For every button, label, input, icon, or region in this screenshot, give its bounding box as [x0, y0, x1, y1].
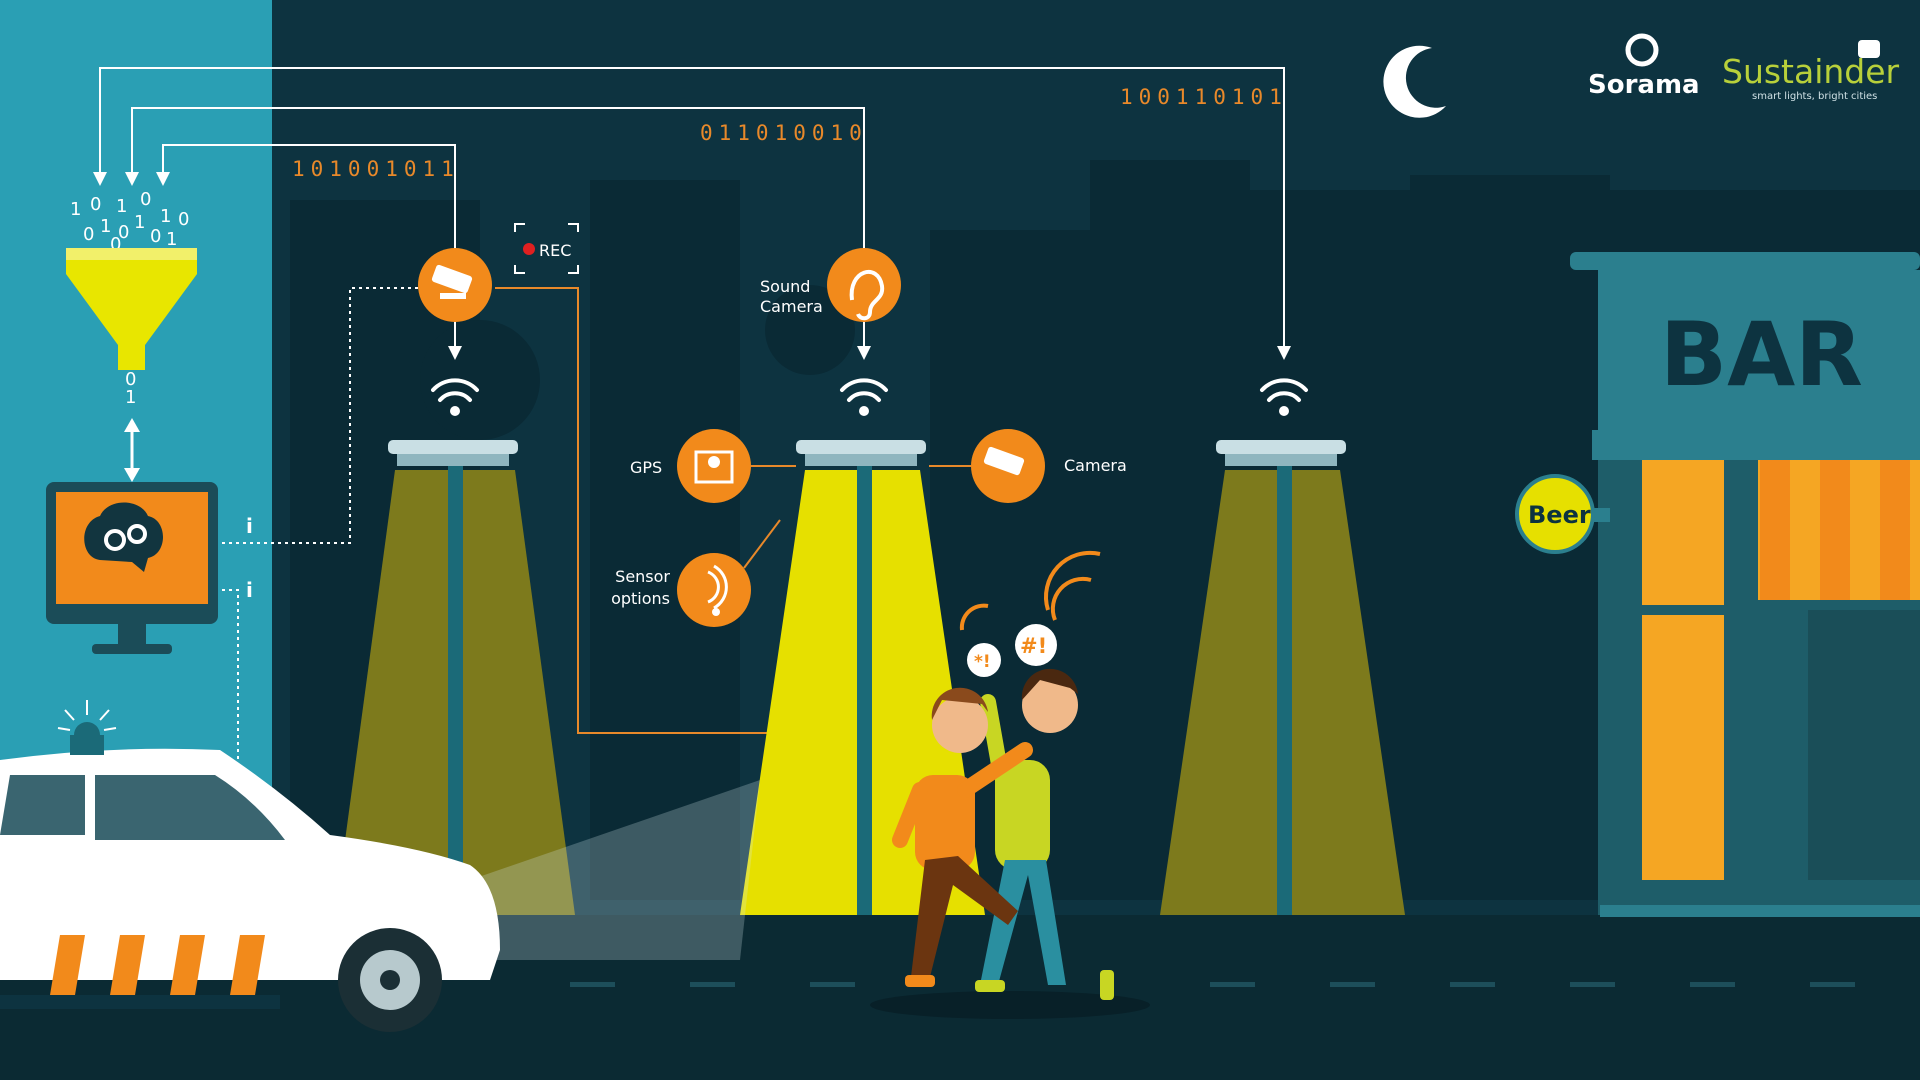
svg-text:smart lights, bright cities: smart lights, bright cities: [1752, 91, 1877, 102]
info-mark-2: i: [246, 578, 253, 602]
svg-text:1: 1: [70, 199, 81, 220]
cctv-camera-icon: [418, 248, 492, 322]
gps-label: GPS: [630, 458, 662, 477]
camera-label: Camera: [1064, 456, 1127, 475]
binary-stream-middle: 011010010: [700, 121, 868, 145]
svg-text:1: 1: [160, 206, 171, 227]
sound-camera-overlay: Sound Camera: [760, 277, 823, 316]
sensor-waves-icon: [677, 553, 751, 627]
svg-text:REC: REC: [539, 241, 571, 260]
streetlight-pole-left: [448, 465, 463, 915]
svg-text:1: 1: [134, 212, 145, 233]
binary-stream-left: 101001011: [292, 157, 460, 181]
svg-text:0: 0: [178, 209, 189, 230]
svg-text:Beer: Beer: [1528, 501, 1591, 529]
bar-sign: BAR: [1660, 303, 1863, 406]
funnel-output: 0 1: [125, 369, 136, 408]
svg-text:#!: #!: [1020, 634, 1047, 658]
svg-text:0: 0: [150, 226, 161, 247]
svg-text:*!: *!: [974, 652, 991, 672]
binary-stream-right: 100110101: [1120, 85, 1288, 109]
speech-bubble-1: *!: [967, 643, 1001, 677]
smart-city-illustration: 101001011 011010010 100110101 1 0 1 0 1 …: [0, 0, 1920, 1080]
streetlight-pole-right: [1277, 465, 1292, 915]
svg-text:1: 1: [116, 196, 127, 217]
map-pin-icon: [677, 429, 751, 503]
svg-text:Sorama: Sorama: [1588, 70, 1700, 100]
svg-text:0: 0: [140, 189, 151, 210]
svg-text:1: 1: [125, 387, 136, 408]
scene-svg: 101001011 011010010 100110101 1 0 1 0 1 …: [0, 0, 1920, 1080]
svg-text:0: 0: [83, 224, 94, 245]
svg-text:1: 1: [166, 229, 177, 250]
camera-sensor-icon: [971, 429, 1045, 503]
sensor-options-overlay: Sensor options: [611, 567, 670, 608]
info-mark-1: i: [246, 514, 253, 538]
streetlight-pole-middle: [857, 465, 872, 915]
svg-text:0: 0: [90, 194, 101, 215]
speech-bubble-2: #!: [1015, 624, 1057, 666]
